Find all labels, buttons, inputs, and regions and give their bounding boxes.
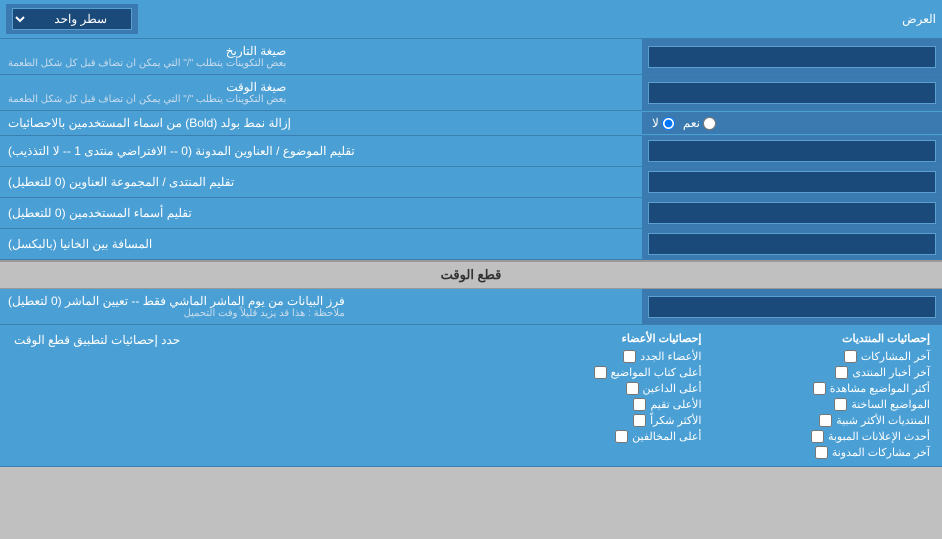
date-format-row: d-m صيغة التاريخ بعض التكوينات يتطلب "/"… xyxy=(0,39,942,75)
bold-label: إزالة نمط بولد (Bold) من اسماء المستخدمي… xyxy=(0,111,642,135)
checkbox-item: أعلى المخالفين xyxy=(485,430,702,443)
stats-checkboxes-area: إحصائيات المنتديات آخر المشاركات آخر أخب… xyxy=(0,325,942,467)
member-stats-col: إحصائيات الأعضاء الأعضاء الجدد أعلى كتاب… xyxy=(479,329,708,462)
spacing-label: المسافة بين الخانيا (بالبكسل) xyxy=(0,229,642,259)
spacing-input[interactable]: 2 xyxy=(648,233,936,255)
spacing-input-wrapper: 2 xyxy=(642,229,942,259)
date-format-input[interactable]: d-m xyxy=(648,46,936,68)
time-cut-row: 0 فرز البيانات من يوم الماشر الماشي فقط … xyxy=(0,289,942,325)
checkbox-top-violators[interactable] xyxy=(615,430,628,443)
forum-trim-label: تقليم المنتدى / المجموعة العناوين (0 للت… xyxy=(0,167,642,197)
checkboxes-grid: إحصائيات المنتديات آخر المشاركات آخر أخب… xyxy=(479,329,936,462)
checkbox-top-rated[interactable] xyxy=(633,398,646,411)
display-mode-label: العرض xyxy=(138,12,936,26)
bold-no-label[interactable]: لا xyxy=(652,116,675,130)
display-mode-select[interactable]: سطر واحد سطرين ثلاثة أسطر xyxy=(12,8,132,30)
checkbox-item: الأكثر شكراً xyxy=(485,414,702,427)
topics-trim-input[interactable]: 33 xyxy=(648,140,936,162)
checkbox-top-inviters[interactable] xyxy=(626,382,639,395)
checkbox-new-members[interactable] xyxy=(623,350,636,363)
bold-radio-group: نعم لا xyxy=(642,112,942,134)
checkbox-item: الأعلى تقيم xyxy=(485,398,702,411)
bold-yes-radio[interactable] xyxy=(703,117,716,130)
checkbox-most-viewed[interactable] xyxy=(813,382,826,395)
time-format-input[interactable]: H:i xyxy=(648,82,936,104)
checkbox-item: أعلى كتاب المواضيع xyxy=(485,366,702,379)
forum-trim-row: 33 تقليم المنتدى / المجموعة العناوين (0 … xyxy=(0,167,942,198)
time-cut-label: فرز البيانات من يوم الماشر الماشي فقط --… xyxy=(0,289,642,324)
checkbox-blog-posts[interactable] xyxy=(815,446,828,459)
checkbox-item: أعلى الداعين xyxy=(485,382,702,395)
date-format-input-wrapper: d-m xyxy=(642,39,942,74)
time-section-header: قطع الوقت xyxy=(0,260,942,289)
display-mode-row: العرض سطر واحد سطرين ثلاثة أسطر xyxy=(0,0,942,39)
checkbox-last-news[interactable] xyxy=(835,366,848,379)
checkbox-item: المواضيع الساخنة xyxy=(714,398,931,411)
forum-stats-title: إحصائيات المنتديات xyxy=(714,332,931,345)
users-trim-input-wrapper: 0 xyxy=(642,198,942,228)
checkbox-last-posts[interactable] xyxy=(844,350,857,363)
bold-yes-label[interactable]: نعم xyxy=(683,116,716,130)
display-mode-select-wrapper: سطر واحد سطرين ثلاثة أسطر xyxy=(6,4,138,34)
checkbox-top-writers[interactable] xyxy=(594,366,607,379)
time-format-input-wrapper: H:i xyxy=(642,75,942,110)
bold-row: نعم لا إزالة نمط بولد (Bold) من اسماء ال… xyxy=(0,111,942,136)
checkbox-item: أحدث الإعلانات المبوبة xyxy=(714,430,931,443)
forum-stats-col: إحصائيات المنتديات آخر المشاركات آخر أخب… xyxy=(708,329,937,462)
checkbox-item: أكثر المواضيع مشاهدة xyxy=(714,382,931,395)
checkbox-classifieds[interactable] xyxy=(811,430,824,443)
topics-trim-input-wrapper: 33 xyxy=(642,136,942,166)
forum-trim-input[interactable]: 33 xyxy=(648,171,936,193)
checkbox-item: آخر أخبار المنتدى xyxy=(714,366,931,379)
time-cut-input-wrapper: 0 xyxy=(642,289,942,324)
checkbox-most-thanked[interactable] xyxy=(633,414,646,427)
date-format-label: صيغة التاريخ بعض التكوينات يتطلب "/" الت… xyxy=(0,39,642,74)
time-format-row: H:i صيغة الوقت بعض التكوينات يتطلب "/" ا… xyxy=(0,75,942,111)
checkbox-item: الأعضاء الجدد xyxy=(485,350,702,363)
users-trim-label: تقليم أسماء المستخدمين (0 للتعطيل) xyxy=(0,198,642,228)
forum-trim-input-wrapper: 33 xyxy=(642,167,942,197)
checkbox-item: آخر مشاركات المدونة xyxy=(714,446,931,459)
topics-trim-label: تقليم الموضوع / العناوين المدونة (0 -- ا… xyxy=(0,136,642,166)
checkbox-most-popular[interactable] xyxy=(819,414,832,427)
bold-no-radio[interactable] xyxy=(662,117,675,130)
time-cut-input[interactable]: 0 xyxy=(648,296,936,318)
topics-trim-row: 33 تقليم الموضوع / العناوين المدونة (0 -… xyxy=(0,136,942,167)
checkbox-item: آخر المشاركات xyxy=(714,350,931,363)
member-stats-title: إحصائيات الأعضاء xyxy=(485,332,702,345)
time-format-label: صيغة الوقت بعض التكوينات يتطلب "/" التي … xyxy=(0,75,642,110)
users-trim-input[interactable]: 0 xyxy=(648,202,936,224)
users-trim-row: 0 تقليم أسماء المستخدمين (0 للتعطيل) xyxy=(0,198,942,229)
stats-limit-label: حدد إحصائيات لتطبيق قطع الوقت xyxy=(14,333,180,347)
checkbox-item: المنتديات الأكثر شبية xyxy=(714,414,931,427)
main-container: العرض سطر واحد سطرين ثلاثة أسطر d-m صيغة… xyxy=(0,0,942,467)
spacing-row: 2 المسافة بين الخانيا (بالبكسل) xyxy=(0,229,942,260)
checkbox-hot-topics[interactable] xyxy=(834,398,847,411)
